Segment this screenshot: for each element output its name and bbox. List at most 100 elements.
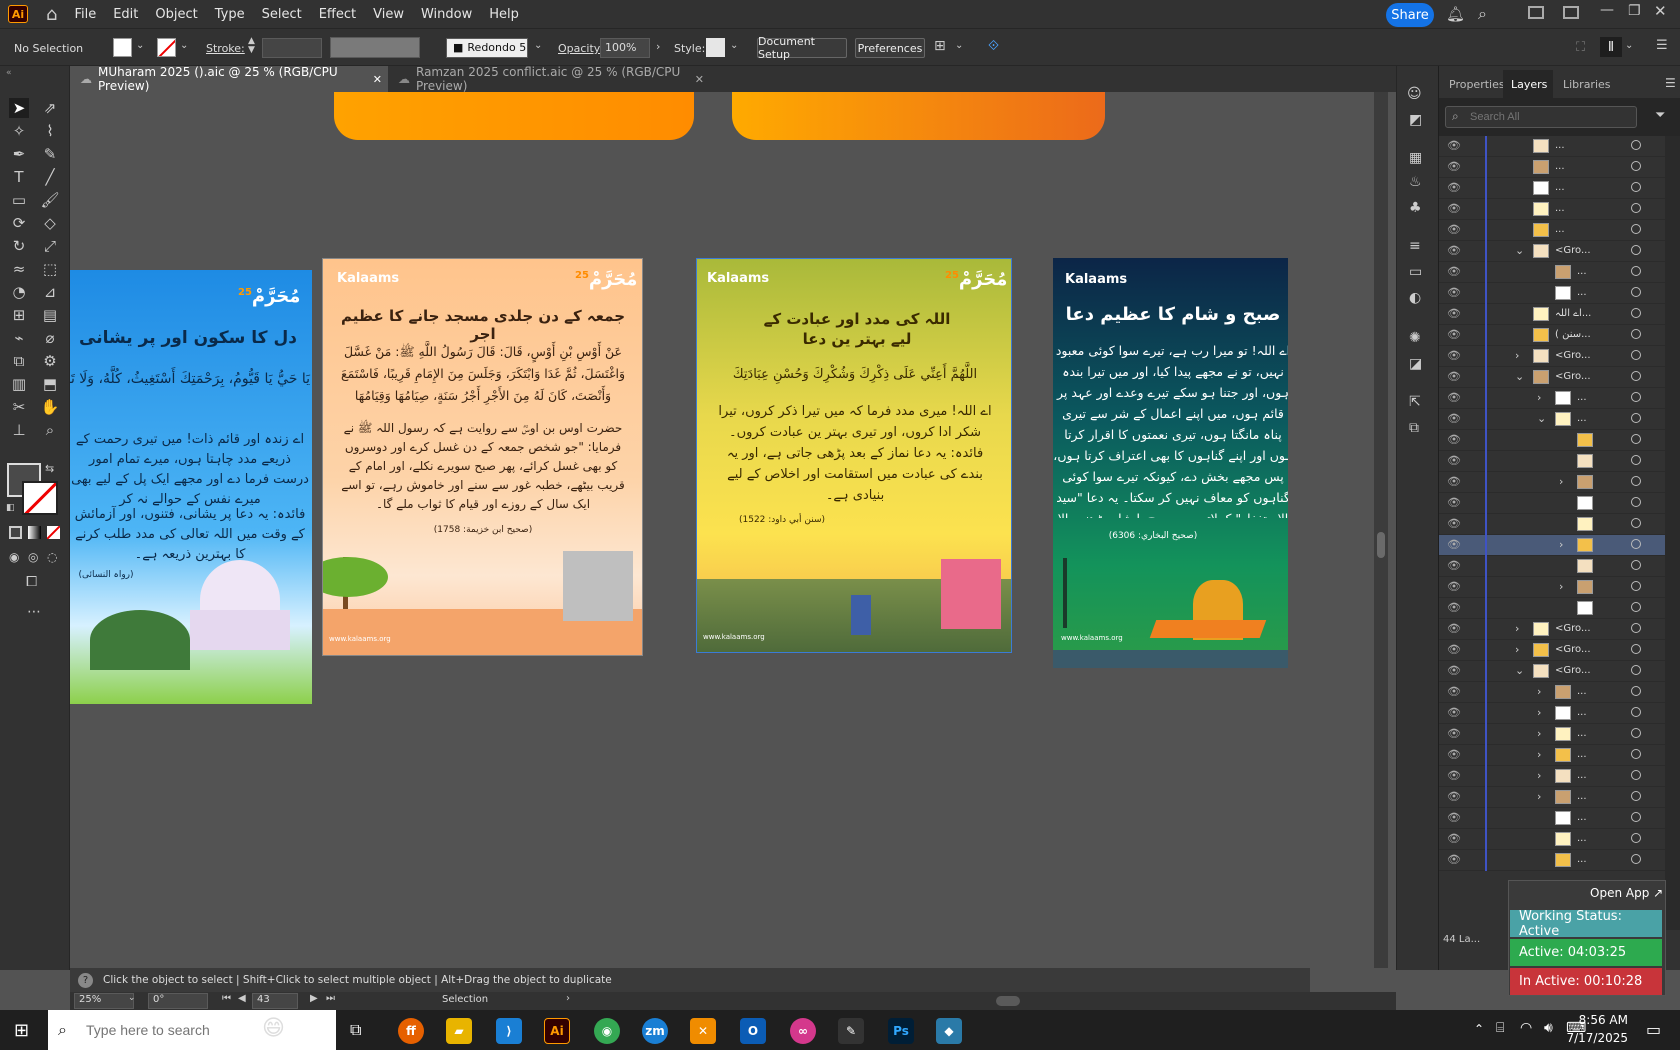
target-icon[interactable]	[1631, 581, 1641, 591]
menu-file[interactable]: File	[74, 7, 96, 22]
chevron-down-icon[interactable]: ⌄	[1515, 664, 1524, 677]
horizontal-scroll-thumb[interactable]	[996, 996, 1020, 1006]
layer-row[interactable]: 👁︎...	[1439, 157, 1665, 178]
target-icon[interactable]	[1631, 560, 1641, 570]
none-mode-icon[interactable]	[47, 526, 60, 539]
layer-row[interactable]: 👁︎ ›	[1439, 577, 1665, 598]
target-icon[interactable]	[1631, 686, 1641, 696]
draw-normal-icon[interactable]: ◉	[9, 550, 19, 564]
layer-row[interactable]: 👁︎ ⌄...	[1439, 409, 1665, 430]
chevron-right-icon[interactable]: ›	[1537, 391, 1541, 404]
layer-row[interactable]: 👁︎...	[1439, 283, 1665, 304]
task-view-icon[interactable]: ⧉	[350, 1020, 361, 1040]
target-icon[interactable]	[1631, 350, 1641, 360]
chevron-right-icon[interactable]: ›	[1537, 790, 1541, 803]
chevron-right-icon[interactable]: ›	[1537, 706, 1541, 719]
visibility-icon[interactable]: 👁︎	[1447, 538, 1461, 551]
visibility-icon[interactable]: 👁︎	[1447, 748, 1461, 761]
visibility-icon[interactable]: 👁︎	[1447, 475, 1461, 488]
opacity-field[interactable]: 100%	[600, 38, 650, 58]
stroke-weight-field[interactable]	[262, 38, 322, 58]
layer-row[interactable]: 👁︎	[1439, 451, 1665, 472]
align-icon[interactable]: ⊞	[934, 38, 946, 54]
visibility-icon[interactable]: 👁︎	[1447, 601, 1461, 614]
layer-row[interactable]: 👁︎...	[1439, 136, 1665, 157]
artboard-2[interactable]: Kalaams مُحَرَّمْ25 جمعہ کے دن جلدی مسجد…	[322, 258, 643, 656]
visibility-icon[interactable]: 👁︎	[1447, 412, 1461, 425]
layer-row[interactable]: 👁︎ ›...	[1439, 787, 1665, 808]
target-icon[interactable]	[1631, 224, 1641, 234]
visibility-icon[interactable]: 👁︎	[1447, 622, 1461, 635]
tab-layers[interactable]: Layers	[1511, 78, 1547, 91]
tab-libraries[interactable]: Libraries	[1563, 78, 1611, 91]
shaper-tool-icon[interactable]: ⟳	[9, 213, 29, 233]
target-icon[interactable]	[1631, 812, 1641, 822]
gradient-tool-icon[interactable]: ▤	[40, 305, 60, 325]
artboard-number-field[interactable]: 43	[252, 993, 298, 1009]
color-guide-icon[interactable]: ◪	[1409, 356, 1422, 372]
target-icon[interactable]	[1631, 140, 1641, 150]
layers-search-input[interactable]	[1470, 109, 1630, 125]
visibility-icon[interactable]: 👁︎	[1447, 853, 1461, 866]
preferences-button[interactable]: Preferences	[855, 38, 925, 58]
draw-inside-icon[interactable]: ◌	[47, 550, 57, 564]
menu-icon[interactable]: ☰	[1656, 38, 1668, 53]
visibility-icon[interactable]: 👁︎	[1447, 160, 1461, 173]
chrome-icon[interactable]: ◉	[594, 1018, 620, 1044]
visibility-icon[interactable]: 👁︎	[1447, 181, 1461, 194]
visibility-icon[interactable]: 👁︎	[1447, 265, 1461, 278]
chevron-right-icon[interactable]: ›	[1537, 727, 1541, 740]
layer-row[interactable]: 👁︎...	[1439, 808, 1665, 829]
close-tab-icon[interactable]: ✕	[695, 73, 704, 86]
gradient-panel-icon[interactable]: ▭	[1409, 264, 1422, 280]
chevron-down-icon[interactable]: ⌄	[1515, 244, 1524, 257]
layer-row[interactable]: 👁︎ › <Gro...	[1439, 619, 1665, 640]
layer-row[interactable]: 👁︎...	[1439, 262, 1665, 283]
file-explorer-icon[interactable]: ▰	[446, 1018, 472, 1044]
mesh-tool-icon[interactable]: ⊞	[9, 305, 29, 325]
wifi-icon[interactable]: ◠	[1520, 1020, 1532, 1036]
stroke-stepper[interactable]: ▲ ▼	[248, 37, 255, 55]
visibility-icon[interactable]: 👁︎	[1447, 244, 1461, 257]
network-icon[interactable]: ⌸	[1496, 1020, 1504, 1036]
target-icon[interactable]	[1631, 455, 1641, 465]
recolor-icon[interactable]: ⟐	[988, 38, 999, 54]
target-icon[interactable]	[1631, 539, 1641, 549]
share-button[interactable]: Share	[1386, 3, 1434, 27]
menu-view[interactable]: View	[373, 7, 404, 22]
layers-search-box[interactable]: ⌕	[1445, 106, 1637, 128]
transparency-icon[interactable]: ◐	[1409, 290, 1421, 306]
chevron-right-icon[interactable]: ›	[566, 993, 570, 1004]
chevron-down-icon[interactable]: ⌄	[730, 40, 738, 51]
target-icon[interactable]	[1631, 413, 1641, 423]
visibility-icon[interactable]: 👁︎	[1447, 811, 1461, 824]
visibility-icon[interactable]: 👁︎	[1447, 307, 1461, 320]
chevron-right-icon[interactable]: ›	[1559, 580, 1563, 593]
artboard-1[interactable]: مُحَرَّمْ25 دل کا سکون اور پر یشانی يَا …	[70, 270, 312, 704]
pen-tool-icon[interactable]: ✒	[9, 144, 29, 164]
symbols-icon[interactable]: ♣	[1409, 200, 1422, 216]
document-setup-button[interactable]: Document Setup	[757, 35, 847, 61]
visibility-icon[interactable]: 👁︎	[1447, 370, 1461, 383]
magic-wand-icon[interactable]: ✧	[9, 121, 29, 141]
artboard-canvas[interactable]: مُحَرَّمْ25 دل کا سکون اور پر یشانی يَا …	[70, 92, 1375, 968]
search-icon[interactable]: ⌕	[1478, 4, 1487, 24]
layer-row[interactable]: 👁︎...	[1439, 850, 1665, 871]
visibility-icon[interactable]: 👁︎	[1447, 349, 1461, 362]
pen-app-icon[interactable]: ✎	[838, 1018, 864, 1044]
layer-row[interactable]: 👁︎ ›...	[1439, 388, 1665, 409]
symbol-sprayer-icon[interactable]: ⚙	[40, 351, 60, 371]
layers-scrollbar[interactable]	[1665, 136, 1680, 930]
outlook-icon[interactable]: O	[740, 1018, 766, 1044]
visibility-icon[interactable]: 👁︎	[1447, 559, 1461, 572]
chevron-down-icon[interactable]: ⌄	[1625, 40, 1633, 51]
hand-tool-icon[interactable]: ✋	[40, 397, 60, 417]
eraser-icon[interactable]: ◇	[40, 213, 60, 233]
chevron-right-icon[interactable]: ›	[656, 40, 660, 53]
variable-width-profile[interactable]	[330, 37, 420, 58]
target-icon[interactable]	[1631, 371, 1641, 381]
menu-select[interactable]: Select	[262, 7, 302, 22]
visibility-icon[interactable]: 👁︎	[1447, 664, 1461, 677]
chevron-right-icon[interactable]: ›	[1559, 475, 1563, 488]
layer-row[interactable]: 👁︎ ›...	[1439, 766, 1665, 787]
